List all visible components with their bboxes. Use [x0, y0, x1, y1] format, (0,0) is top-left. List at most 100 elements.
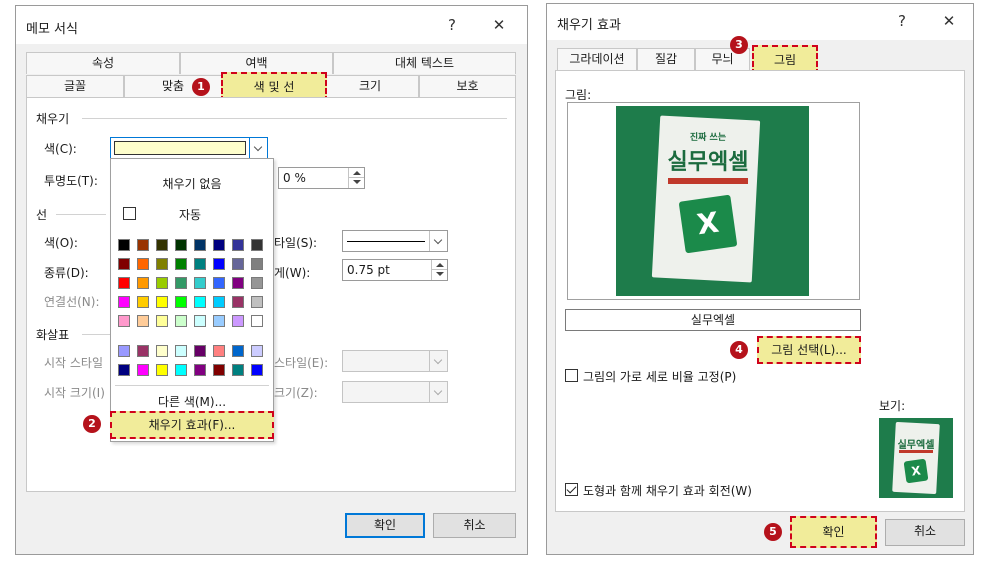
color-swatch[interactable]: [194, 277, 206, 289]
color-swatch[interactable]: [156, 345, 168, 357]
automatic-checkbox[interactable]: [123, 207, 136, 220]
color-swatch[interactable]: [232, 239, 244, 251]
color-swatch[interactable]: [156, 364, 168, 376]
close-button[interactable]: ✕: [937, 10, 961, 32]
fill-effects-option[interactable]: 채우기 효과(F)...: [110, 411, 274, 439]
color-swatch[interactable]: [175, 345, 187, 357]
color-swatch[interactable]: [156, 239, 168, 251]
color-swatch[interactable]: [251, 345, 263, 357]
line-weight-spinner[interactable]: 0.75 pt: [342, 259, 448, 281]
cancel-button[interactable]: 취소: [885, 519, 965, 546]
close-button[interactable]: ✕: [487, 14, 511, 36]
color-swatch[interactable]: [232, 277, 244, 289]
color-swatch[interactable]: [251, 315, 263, 327]
color-swatch[interactable]: [137, 277, 149, 289]
ok-button[interactable]: 확인: [345, 513, 425, 538]
color-swatch[interactable]: [118, 315, 130, 327]
color-swatch[interactable]: [232, 364, 244, 376]
color-swatch[interactable]: [213, 315, 225, 327]
ok-button[interactable]: 확인: [790, 516, 877, 548]
rotate-with-shape-checkbox[interactable]: [565, 483, 578, 496]
color-swatch[interactable]: [194, 258, 206, 270]
line-section-label: 선: [36, 208, 48, 222]
color-swatch[interactable]: [232, 296, 244, 308]
color-swatch[interactable]: [175, 258, 187, 270]
color-swatch[interactable]: [118, 364, 130, 376]
spinner-arrows-icon[interactable]: [348, 168, 364, 188]
color-swatch[interactable]: [175, 364, 187, 376]
more-colors-option[interactable]: 다른 색(M)...: [111, 393, 273, 410]
color-swatch[interactable]: [232, 315, 244, 327]
color-swatch[interactable]: [156, 258, 168, 270]
color-swatch[interactable]: [175, 315, 187, 327]
color-swatch[interactable]: [156, 296, 168, 308]
fill-section-label: 채우기: [36, 112, 70, 126]
spinner-arrows-icon[interactable]: [431, 260, 447, 280]
color-swatch[interactable]: [251, 258, 263, 270]
color-swatch[interactable]: [118, 258, 130, 270]
color-swatch[interactable]: [213, 258, 225, 270]
color-swatch[interactable]: [118, 277, 130, 289]
color-swatch[interactable]: [213, 345, 225, 357]
color-swatch[interactable]: [137, 364, 149, 376]
color-swatch[interactable]: [137, 315, 149, 327]
help-button[interactable]: ?: [440, 14, 464, 36]
color-swatch[interactable]: [194, 345, 206, 357]
tab-size[interactable]: 크기: [321, 75, 419, 97]
tab-gradient[interactable]: 그라데이션: [557, 48, 637, 70]
line-weight-label: 게(W):: [274, 266, 311, 280]
color-swatch[interactable]: [137, 345, 149, 357]
color-swatch[interactable]: [175, 239, 187, 251]
color-swatch[interactable]: [118, 345, 130, 357]
color-swatch[interactable]: [213, 277, 225, 289]
preview-image: 실무엑셀 X: [879, 418, 953, 498]
fill-color-combo[interactable]: [110, 137, 268, 159]
color-swatch[interactable]: [118, 239, 130, 251]
color-swatch[interactable]: [137, 258, 149, 270]
dialog-title: 메모 서식: [26, 22, 78, 37]
cancel-button[interactable]: 취소: [433, 513, 516, 538]
color-swatch[interactable]: [137, 239, 149, 251]
color-swatch[interactable]: [137, 296, 149, 308]
color-swatch[interactable]: [232, 258, 244, 270]
color-swatch[interactable]: [251, 364, 263, 376]
help-button[interactable]: ?: [890, 10, 914, 32]
no-fill-option[interactable]: 채우기 없음: [111, 175, 273, 192]
line-style-combo[interactable]: [342, 230, 448, 252]
color-swatch[interactable]: [175, 296, 187, 308]
color-swatch[interactable]: [194, 315, 206, 327]
color-swatch[interactable]: [194, 296, 206, 308]
tab-font[interactable]: 글꼴: [26, 75, 124, 97]
automatic-option[interactable]: 자동: [179, 206, 201, 223]
color-swatch[interactable]: [175, 277, 187, 289]
color-swatch[interactable]: [232, 345, 244, 357]
fill-effects-dialog: 채우기 효과 ? ✕ 그라데이션 질감 무늬 그림 3 그림: 진짜 쓰는 실무…: [546, 3, 974, 555]
color-swatch[interactable]: [213, 296, 225, 308]
rotate-with-shape-label[interactable]: 도형과 함께 채우기 효과 회전(W): [583, 482, 752, 499]
color-swatch[interactable]: [156, 277, 168, 289]
color-swatch[interactable]: [213, 364, 225, 376]
tab-protection[interactable]: 보호: [419, 75, 516, 97]
lock-ratio-label[interactable]: 그림의 가로 세로 비율 고정(P): [583, 368, 736, 385]
tab-texture[interactable]: 질감: [637, 48, 695, 70]
tab-properties[interactable]: 속성: [26, 52, 180, 74]
chevron-down-icon[interactable]: [249, 138, 267, 158]
title-bar: 메모 서식 ? ✕: [16, 6, 527, 44]
color-swatch[interactable]: [194, 364, 206, 376]
fill-section-divider: [82, 118, 507, 119]
color-swatch[interactable]: [251, 239, 263, 251]
color-swatch[interactable]: [118, 296, 130, 308]
color-swatch[interactable]: [156, 315, 168, 327]
tab-alt-text[interactable]: 대체 텍스트: [333, 52, 516, 74]
color-swatch[interactable]: [251, 296, 263, 308]
lock-ratio-checkbox[interactable]: [565, 369, 578, 382]
chevron-down-icon[interactable]: [429, 231, 447, 251]
color-swatch[interactable]: [251, 277, 263, 289]
color-swatch[interactable]: [194, 239, 206, 251]
preview-excel-logo-icon: X: [903, 458, 929, 484]
step-badge-2: 2: [83, 415, 101, 433]
transparency-spinner[interactable]: 0 %: [278, 167, 365, 189]
select-picture-button[interactable]: 그림 선택(L)...: [757, 336, 861, 364]
color-swatch[interactable]: [213, 239, 225, 251]
tab-margins[interactable]: 여백: [180, 52, 333, 74]
